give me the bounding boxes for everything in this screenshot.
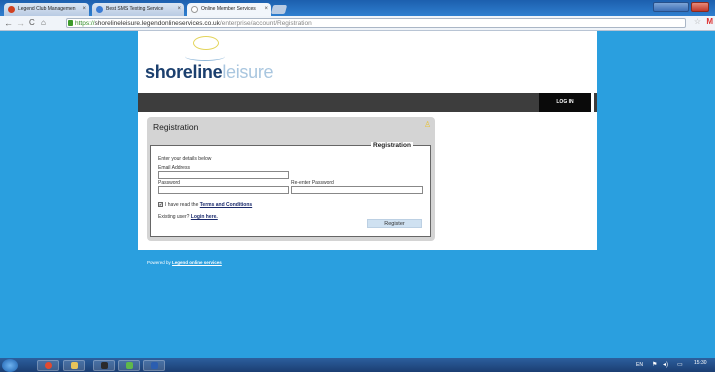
tab-legend-club[interactable]: Legend Club Managemen ×: [4, 3, 89, 16]
reenter-password-field[interactable]: [291, 186, 423, 194]
logo-sun-arc: [193, 36, 219, 50]
language-indicator[interactable]: EN: [636, 362, 643, 368]
reload-icon[interactable]: C: [29, 17, 35, 29]
taskbar-app-icon[interactable]: [118, 360, 140, 371]
logo-wave: [185, 52, 225, 61]
url-host: shorelineleisure.legendonlineservices.co…: [94, 20, 220, 27]
volume-icon[interactable]: ◂): [663, 361, 668, 368]
network-icon[interactable]: ▭: [677, 361, 683, 368]
terms-checkbox[interactable]: ✔: [158, 202, 163, 207]
new-tab-button[interactable]: [270, 5, 288, 14]
bookmark-star-icon[interactable]: ☆: [694, 17, 701, 26]
terms-prefix: I have read the: [165, 202, 199, 208]
extension-icon[interactable]: M: [706, 17, 713, 26]
taskbar-folder-icon[interactable]: [63, 360, 85, 371]
window-controls: [653, 2, 709, 12]
taskbar-word-icon[interactable]: [143, 360, 165, 371]
start-button[interactable]: [2, 359, 18, 372]
minimize-button[interactable]: [653, 2, 689, 12]
existing-user-prefix: Existing user?: [158, 214, 190, 220]
panel-title: Registration: [153, 122, 199, 132]
site-logo[interactable]: shorelineleisure: [145, 62, 274, 82]
footer-link[interactable]: Legend online services: [172, 260, 222, 265]
site-nav-bar: [138, 93, 597, 112]
email-field[interactable]: [158, 171, 289, 179]
forward-arrow-icon[interactable]: →: [16, 17, 25, 29]
logo-text-light: leisure: [222, 62, 274, 82]
tab-favicon-icon: [8, 6, 15, 13]
tab-favicon-icon: [191, 6, 198, 13]
fieldset-legend: Registration: [371, 142, 413, 149]
flag-icon[interactable]: ⚑: [652, 361, 657, 368]
site-footer: Powered by Legend online services: [147, 260, 222, 265]
login-here-link[interactable]: Login here.: [191, 214, 218, 220]
nav-login-link[interactable]: LOG IN: [539, 93, 591, 112]
close-icon[interactable]: ×: [264, 3, 268, 16]
close-window-button[interactable]: [691, 2, 709, 12]
user-icon: ♙: [424, 120, 432, 129]
password-field[interactable]: [158, 186, 289, 194]
existing-user-text: Existing user? Login here.: [158, 214, 218, 220]
close-icon[interactable]: ×: [177, 3, 181, 16]
url-scheme: https://: [75, 20, 95, 27]
browser-toolbar: ← → C ⌂ https://shorelineleisure.legendo…: [0, 16, 715, 31]
logo-text-bold: shoreline: [145, 62, 223, 82]
taskbar-media-icon[interactable]: [93, 360, 115, 371]
clock[interactable]: 15:30: [694, 360, 707, 366]
tab-title: Best SMS Texting Service: [106, 6, 164, 12]
close-icon[interactable]: ×: [82, 3, 86, 16]
terms-text: I have read the Terms and Conditions: [165, 202, 252, 208]
address-bar[interactable]: https://shorelineleisure.legendonlineser…: [66, 18, 686, 28]
footer-prefix: Powered by: [147, 260, 171, 265]
register-button[interactable]: Register: [367, 219, 422, 228]
taskbar-chrome-icon[interactable]: [37, 360, 59, 371]
home-icon[interactable]: ⌂: [41, 17, 46, 29]
tab-title: Legend Club Managemen: [18, 6, 76, 12]
tab-favicon-icon: [96, 6, 103, 13]
lock-icon: [68, 20, 73, 26]
terms-link[interactable]: Terms and Conditions: [200, 202, 252, 208]
nav-divider: [591, 93, 594, 112]
tab-title: Online Member Services: [201, 6, 256, 12]
intro-text: Enter your details below: [158, 156, 212, 162]
tab-sms-service[interactable]: Best SMS Texting Service ×: [92, 3, 184, 16]
back-arrow-icon[interactable]: ←: [4, 17, 13, 29]
url-path: /enterprise/account/Registration: [219, 20, 312, 27]
tab-online-member-services[interactable]: Online Member Services ×: [187, 3, 271, 16]
